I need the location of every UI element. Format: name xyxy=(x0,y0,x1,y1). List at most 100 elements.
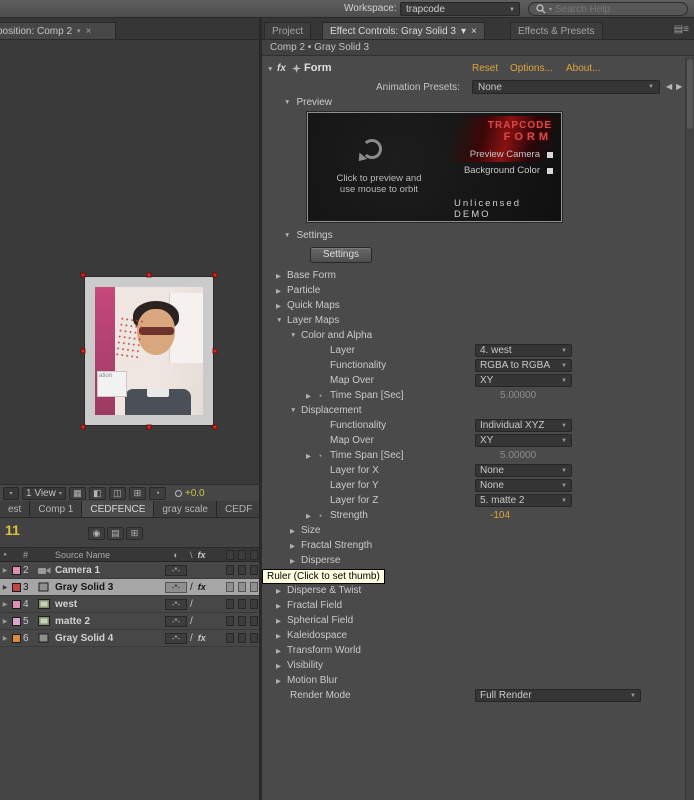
layer-name[interactable]: matte 2 xyxy=(55,616,162,627)
layer-row-matte-2[interactable]: ▶5matte 2-*-/ xyxy=(0,613,260,630)
effect-name[interactable]: Form xyxy=(304,62,332,74)
time-span-sec-value[interactable]: 5.00000 xyxy=(500,390,536,401)
comp-tab-comp-1[interactable]: Comp 1 xyxy=(30,501,82,517)
switch-box[interactable] xyxy=(238,599,246,609)
composition-viewer[interactable]: ation xyxy=(0,40,260,484)
twirl-right-icon[interactable]: ▶ xyxy=(276,662,287,670)
selection-handle[interactable] xyxy=(213,425,218,430)
twirl-right-icon[interactable]: ▶ xyxy=(276,632,287,640)
twirl-right-icon[interactable]: ▶ xyxy=(276,287,287,295)
view-layout-select[interactable]: 1 View ▾ xyxy=(22,487,66,500)
settings-button[interactable]: Settings xyxy=(310,247,372,263)
comp-tab-cedf[interactable]: CEDF xyxy=(217,501,260,517)
twirl-down-icon[interactable]: ▼ xyxy=(290,407,301,414)
layer-switches[interactable]: -*- xyxy=(162,565,190,576)
layer-row-gray-solid-3[interactable]: ▶3Gray Solid 3-*-/fx xyxy=(0,579,260,596)
region-of-interest-button[interactable]: ◫ xyxy=(109,487,126,500)
search-help-box[interactable]: ▾ xyxy=(528,2,688,16)
layer-row-west[interactable]: ▶4west-*-/ xyxy=(0,596,260,613)
render-mode-dropdown[interactable]: Full Render▼ xyxy=(475,689,641,702)
twirl-right-icon[interactable]: ▶ xyxy=(276,602,287,610)
comp-tab-gray-scale[interactable]: gray scale xyxy=(154,501,217,517)
next-preset-icon[interactable]: ▶ xyxy=(676,82,682,91)
chevron-down-icon[interactable]: ▾ xyxy=(461,26,466,37)
stopwatch-icon[interactable]: ◔ xyxy=(317,511,330,521)
animation-presets-dropdown[interactable]: None ▼ xyxy=(472,80,660,94)
selection-handle[interactable] xyxy=(213,273,218,278)
column-source-name[interactable]: Source Name xyxy=(55,550,162,560)
functionality-dropdown[interactable]: Individual XYZ▼ xyxy=(475,419,572,432)
switch-box[interactable] xyxy=(250,565,258,575)
twirl-right-icon[interactable]: ▶ xyxy=(276,677,287,685)
twirl-right-icon[interactable]: ▶ xyxy=(306,452,317,460)
tab-effect-controls[interactable]: Effect Controls: Gray Solid 3 ▾ × xyxy=(322,22,485,39)
comp-tab-cedfence[interactable]: CEDFENCE xyxy=(82,501,154,517)
selection-handle[interactable] xyxy=(213,349,218,354)
stopwatch-icon[interactable]: ◔ xyxy=(317,391,330,401)
switch-box[interactable] xyxy=(250,599,258,609)
tab-project[interactable]: Project xyxy=(264,22,311,39)
options-link[interactable]: Options... xyxy=(510,63,553,74)
layer-for-y-dropdown[interactable]: None▼ xyxy=(475,479,572,492)
twirl-right-icon[interactable]: ▶ xyxy=(306,512,317,520)
layer-label-chip[interactable] xyxy=(10,566,23,575)
current-time-display[interactable]: 11 xyxy=(5,522,20,538)
layer-switches[interactable]: -*- xyxy=(162,633,190,644)
exposure-control[interactable]: +0.0 xyxy=(175,488,205,499)
layer-twirl-icon[interactable]: ▶ xyxy=(0,584,10,591)
time-span-sec-value[interactable]: 5.00000 xyxy=(500,450,536,461)
switch-box[interactable] xyxy=(250,633,258,643)
switch-box[interactable] xyxy=(238,565,246,575)
switch-box[interactable] xyxy=(238,582,246,592)
magnification-select[interactable]: ▾ xyxy=(3,487,19,500)
quality-icon[interactable]: / xyxy=(190,599,193,610)
switch-box[interactable] xyxy=(250,582,258,592)
workspace-select[interactable]: trapcode ▼ xyxy=(400,2,520,16)
layer-twirl-icon[interactable]: ▶ xyxy=(0,618,10,625)
layer-name[interactable]: Camera 1 xyxy=(55,565,162,576)
vertical-scrollbar[interactable] xyxy=(685,57,694,800)
twirl-right-icon[interactable]: ▶ xyxy=(306,392,317,400)
layer-name[interactable]: Gray Solid 4 xyxy=(55,633,162,644)
settings-group-row[interactable]: ▼ Settings xyxy=(284,230,333,241)
layer-label-chip[interactable] xyxy=(10,634,23,643)
quality-icon[interactable]: / xyxy=(190,633,193,644)
layer-dropdown[interactable]: 4. west▼ xyxy=(475,344,572,357)
twirl-down-icon[interactable]: ▼ xyxy=(276,317,287,324)
draft-3d-icon[interactable]: ▤ xyxy=(107,527,124,540)
background-color-checkbox[interactable] xyxy=(546,167,554,175)
scrollbar-thumb[interactable] xyxy=(687,59,693,129)
panel-menu-icon[interactable]: ▤≡ xyxy=(674,24,689,35)
layer-for-x-dropdown[interactable]: None▼ xyxy=(475,464,572,477)
snapshot-button[interactable]: ⊞ xyxy=(129,487,146,500)
grid-guides-button[interactable]: ▦ xyxy=(69,487,86,500)
layer-switches[interactable]: -*- xyxy=(162,599,190,610)
twirl-right-icon[interactable]: ▶ xyxy=(276,302,287,310)
comp-tab-est[interactable]: est xyxy=(0,501,30,517)
layer-label-chip[interactable] xyxy=(10,617,23,626)
layer-row-gray-solid-4[interactable]: ▶6Gray Solid 4-*-/fx xyxy=(0,630,260,647)
twirl-right-icon[interactable]: ▶ xyxy=(276,647,287,655)
selection-handle[interactable] xyxy=(147,425,152,430)
twirl-down-icon[interactable]: ▼ xyxy=(290,332,301,339)
strength-value[interactable]: -104 xyxy=(490,510,510,521)
tab-composition-comp-2[interactable]: position: Comp 2 ▾ × xyxy=(0,22,116,39)
layer-name[interactable]: west xyxy=(55,599,162,610)
about-link[interactable]: About... xyxy=(566,63,600,74)
layer-name[interactable]: Gray Solid 3 xyxy=(55,582,162,593)
twirl-right-icon[interactable]: ▶ xyxy=(276,617,287,625)
switch-box[interactable] xyxy=(250,616,258,626)
form-preview-box[interactable]: TRAPCODE FORM Click to preview and use m… xyxy=(307,112,562,222)
switch-box[interactable] xyxy=(226,616,234,626)
twirl-right-icon[interactable]: ▶ xyxy=(290,527,301,535)
switch-box[interactable] xyxy=(226,599,234,609)
frame-blending-icon[interactable]: ⊞ xyxy=(126,527,143,540)
switch-box[interactable] xyxy=(238,616,246,626)
tab-effects-presets[interactable]: Effects & Presets xyxy=(510,22,603,39)
layer-twirl-icon[interactable]: ▶ xyxy=(0,635,10,642)
twirl-down-icon[interactable]: ▼ xyxy=(284,232,290,239)
layer-label-chip[interactable] xyxy=(10,583,23,592)
fx-icon[interactable]: fx xyxy=(198,633,206,643)
preview-group-row[interactable]: ▼ Preview xyxy=(284,97,332,108)
switch-box[interactable] xyxy=(226,582,234,592)
